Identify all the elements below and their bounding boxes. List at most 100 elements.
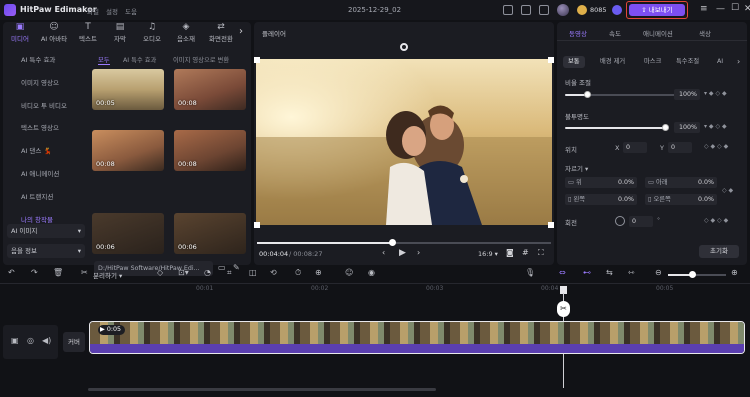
keyframe-icon[interactable]: ◇ ◆ — [722, 187, 733, 194]
subtab-mask[interactable]: 마스크 — [639, 56, 666, 68]
media-thumb[interactable]: 00:08 — [92, 130, 164, 171]
subtab-ai-effect[interactable]: AI 특수 효과 — [123, 55, 156, 64]
crop-left-field[interactable]: ▯ 왼쪽 0.0% — [565, 194, 637, 205]
subtab-all[interactable]: 모두 — [98, 55, 110, 65]
tab-text[interactable]: T 텍스트 — [71, 23, 105, 44]
reverse-icon[interactable]: ⟲ — [270, 268, 277, 277]
menu-file[interactable]: 파일 — [87, 6, 99, 16]
x-field[interactable]: 0 — [623, 142, 647, 153]
scrubber-knob[interactable] — [389, 239, 397, 246]
side-item-ai-dance[interactable]: AI 댄스 💃 — [3, 140, 89, 163]
screen-icon[interactable] — [503, 5, 513, 15]
timeline-clip[interactable]: ▶ 0:05 — [89, 321, 745, 354]
redo-icon[interactable]: ↷ — [31, 268, 38, 277]
grid-icon[interactable]: # — [522, 248, 529, 257]
side-item-image-to-video[interactable]: 이미지 영상으 — [3, 72, 89, 95]
export-button[interactable]: ⇪ 내보내기 — [629, 4, 685, 16]
opacity-slider-track[interactable] — [565, 127, 666, 129]
scale-field[interactable]: 100% — [674, 89, 700, 100]
gem-icon[interactable] — [612, 5, 622, 15]
scissors-icon[interactable]: ✂ — [81, 268, 88, 277]
tab-subtitle[interactable]: ▤ 자막 — [103, 23, 137, 44]
tab-media[interactable]: ▣ 미디어 — [3, 23, 37, 44]
media-thumb[interactable]: 00:06 — [92, 213, 164, 254]
keyframe-icon[interactable]: ◇ ◆ ◇ ◆ — [704, 217, 728, 224]
scale-slider-knob[interactable] — [584, 91, 591, 98]
link-icon[interactable]: ⇔ — [559, 268, 566, 277]
tab-ai-avatar[interactable]: ☺ AI 아바타 — [37, 23, 71, 44]
resize-handle[interactable] — [548, 57, 554, 63]
side-item-ai-animation[interactable]: AI 애니메이션 — [3, 163, 89, 186]
play-icon[interactable]: ▶ — [399, 248, 406, 258]
subtab-image-to-video[interactable]: 이미지 영상으로 변환 — [173, 55, 229, 64]
zoom-slider-knob[interactable] — [689, 271, 696, 278]
resize-handle[interactable] — [254, 222, 260, 228]
speed-icon[interactable]: ◔ — [204, 268, 211, 277]
side-item-text-to-video[interactable]: 텍스트 영상으 — [3, 117, 89, 140]
rotate-field[interactable]: 0 — [629, 216, 653, 227]
mic-icon[interactable]: 🎙 — [525, 268, 535, 277]
tab-speed[interactable]: 속도 — [609, 28, 621, 38]
ratio-select[interactable]: 16:9 ▾ — [478, 250, 498, 258]
chevron-right-icon[interactable]: › — [239, 26, 243, 37]
track-audio-icon[interactable]: ◀) — [42, 336, 51, 345]
track-video-icon[interactable]: ▣ — [11, 336, 19, 345]
prev-frame-icon[interactable]: ‹ — [382, 248, 385, 257]
preview-video[interactable] — [256, 59, 552, 225]
audio-info-dropdown[interactable]: 음을 정보 ▾ — [7, 244, 85, 258]
close-icon[interactable]: ✕ — [744, 4, 750, 14]
tab-audio[interactable]: ♫ 오디오 — [135, 23, 169, 44]
tab-transition[interactable]: ⇄ 화면전환 — [204, 23, 238, 44]
maximize-icon[interactable]: ☐ — [731, 3, 739, 13]
menu-settings[interactable]: 설정 — [106, 6, 118, 16]
subtab-ai[interactable]: AI — [712, 56, 728, 68]
rotate-dial-icon[interactable] — [615, 216, 625, 226]
chevron-right-icon[interactable]: › — [737, 57, 740, 66]
side-item-video-to-video[interactable]: 비디오 투 비디오 — [3, 95, 89, 118]
menu-help[interactable]: 도움 — [125, 6, 137, 16]
cover-button[interactable]: 커버 — [63, 332, 85, 352]
camera-icon[interactable]: ◙ — [506, 248, 514, 257]
shield-icon[interactable]: ◇ — [157, 268, 163, 277]
subtab-bg-remove[interactable]: 배경 제거 — [595, 56, 630, 68]
keyframe-icon[interactable]: ▾ ◆ ◇ ◆ — [704, 123, 727, 130]
undo-icon[interactable]: ↶ — [8, 268, 15, 277]
side-item-ai-transition[interactable]: AI 트랜지션 — [3, 186, 89, 209]
crop-label[interactable]: 자르기 ▾ — [565, 163, 588, 173]
chat-icon[interactable] — [521, 5, 531, 15]
target-icon[interactable]: ⊕ — [315, 268, 322, 277]
tab-animation[interactable]: 애니메이션 — [643, 28, 673, 38]
crop-bottom-field[interactable]: ▭ 아래 0.0% — [645, 177, 717, 188]
y-field[interactable]: 0 — [668, 142, 692, 153]
keyframe-icon[interactable]: ▾ ◆ ◇ ◆ — [704, 90, 727, 97]
fit-icon[interactable]: ⇿ — [628, 268, 635, 277]
crop-top-field[interactable]: ▭ 위 0.0% — [565, 177, 637, 188]
zoom-in-icon[interactable]: ⊕ — [731, 268, 738, 277]
split-view-icon[interactable]: ⇆ — [606, 268, 613, 277]
split-scissors-icon[interactable]: ✂ — [557, 301, 570, 317]
gift-icon[interactable] — [539, 5, 549, 15]
face-icon[interactable]: ☺ — [345, 268, 353, 277]
crop-icon[interactable]: ⌗ — [227, 268, 232, 278]
media-thumb[interactable]: 00:08 — [174, 69, 246, 110]
minimize-icon[interactable]: — — [716, 4, 725, 14]
trash-icon[interactable]: 🗑 — [53, 268, 63, 277]
opacity-field[interactable]: 100% — [674, 122, 700, 133]
zoom-out-icon[interactable]: ⊖ — [655, 268, 662, 277]
resize-handle[interactable] — [254, 57, 260, 63]
subtab-special[interactable]: 특수조절 — [671, 56, 704, 68]
text-box-icon[interactable]: ⊡▾ — [178, 268, 189, 277]
fullscreen-icon[interactable]: ⛶ — [538, 248, 544, 258]
media-thumb[interactable]: 00:05 — [92, 69, 164, 110]
media-thumb[interactable]: 00:08 — [174, 130, 246, 171]
split-button[interactable]: 분리하기 ▾ — [93, 270, 122, 280]
avatar[interactable] — [557, 4, 569, 16]
crop-right-field[interactable]: ▯ 오른쪽 0.0% — [645, 194, 717, 205]
mirror-icon[interactable]: ◫ — [249, 268, 257, 277]
side-item-ai-effect[interactable]: AI 특수 효과 — [3, 49, 89, 72]
hamburger-icon[interactable]: ≡ — [700, 4, 708, 14]
resize-handle[interactable] — [548, 222, 554, 228]
subtab-normal[interactable]: 보통 — [563, 56, 585, 68]
track-visibility-icon[interactable]: ◎ — [27, 336, 34, 345]
reset-button[interactable]: 초기화 — [699, 245, 739, 258]
